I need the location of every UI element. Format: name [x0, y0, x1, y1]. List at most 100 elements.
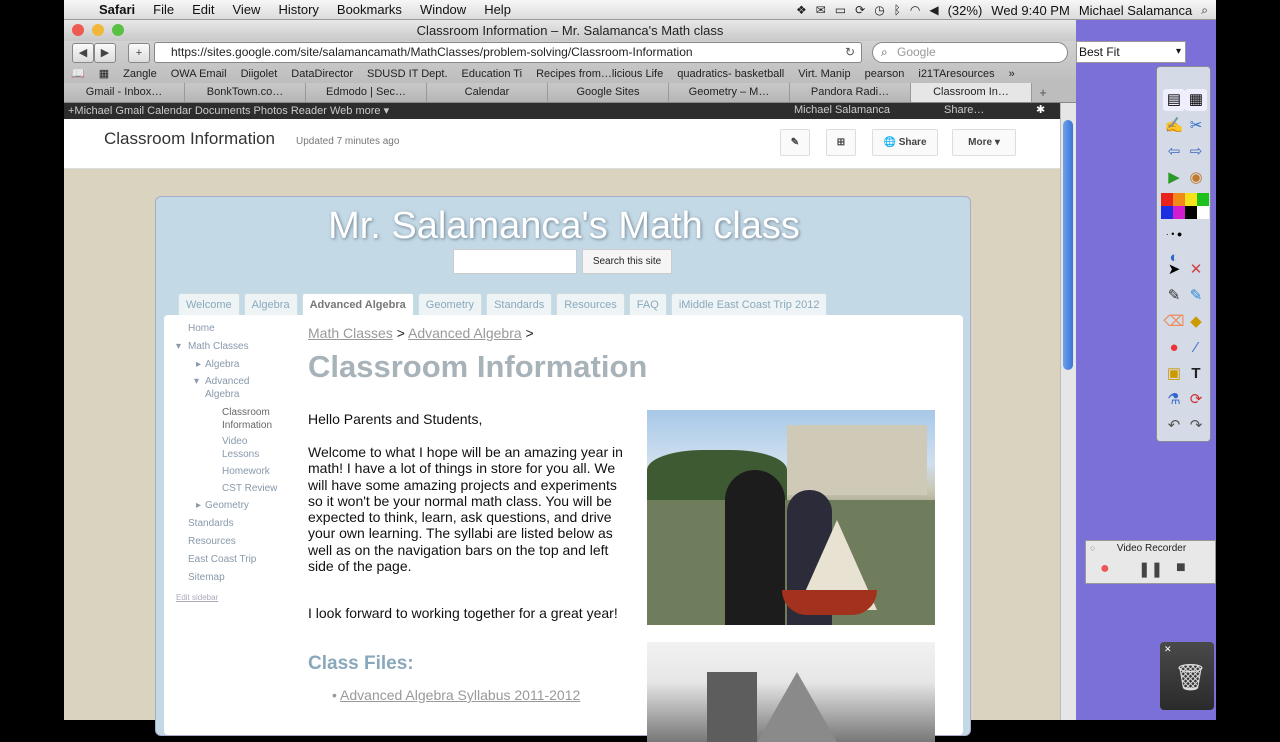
nav-tab-standards[interactable]: Standards	[486, 293, 553, 315]
sidebar-item-east-coast-trip[interactable]: East Coast Trip	[188, 554, 256, 565]
bookmark-item[interactable]: pearson	[858, 68, 912, 80]
sidebar-item-sitemap[interactable]: Sitemap	[188, 572, 225, 583]
edit-sidebar-link[interactable]: Edit sidebar	[176, 593, 218, 602]
close-icon[interactable]: ○	[1090, 543, 1095, 553]
record-button[interactable]: ●	[1100, 560, 1110, 578]
address-bar[interactable]: https://sites.google.com/site/salamancam…	[154, 42, 862, 63]
sidebar-item-resources[interactable]: Resources	[188, 536, 236, 547]
crop-tool-icon[interactable]: ✂	[1185, 115, 1207, 137]
settings-gear-icon[interactable]: ✱	[1036, 103, 1045, 116]
sidebar-item-cst-review[interactable]: CST Review	[222, 483, 277, 494]
sidebar-expand-icon[interactable]: ▾	[194, 376, 199, 387]
sync-icon[interactable]: ⟳	[855, 3, 865, 17]
menu-history[interactable]: History	[269, 2, 327, 17]
highlighter-icon[interactable]: ✎	[1185, 285, 1207, 307]
color-swatch-blue[interactable]	[1161, 206, 1173, 219]
google-bar-share[interactable]: Share…	[944, 104, 984, 116]
breadcrumb-advanced-algebra[interactable]: Advanced Algebra	[408, 325, 522, 341]
trash-icon[interactable]: ✕ 🗑	[1160, 642, 1214, 710]
zoom-select[interactable]: Best Fit ▾	[1076, 41, 1186, 63]
color-swatch-black[interactable]	[1185, 206, 1197, 219]
sidebar-item-advanced-algebra-line2[interactable]: Algebra	[205, 389, 239, 400]
text-tool-icon[interactable]: T	[1185, 363, 1207, 385]
measurement-icon[interactable]: ⚗	[1163, 389, 1185, 411]
nav-tab-east-coast-trip[interactable]: iMiddle East Coast Trip 2012	[670, 293, 828, 315]
line-tool-icon[interactable]: ⁄	[1185, 337, 1207, 359]
bookmark-item[interactable]: i21TAresources	[911, 68, 1001, 80]
menu-app-name[interactable]: Safari	[90, 2, 144, 17]
pen-icon[interactable]: ✎	[1163, 285, 1185, 307]
site-title[interactable]: Mr. Salamanca's Math class	[156, 205, 972, 248]
bookmark-item[interactable]: Diigolet	[234, 68, 285, 80]
sidebar-item-classroom-information[interactable]: Classroom	[222, 407, 270, 418]
line-width-icon[interactable]: · • ●	[1163, 223, 1185, 245]
wifi-icon[interactable]: ◠	[910, 3, 920, 17]
syllabus-link[interactable]: • Advanced Algebra Syllabus 2011-2012	[332, 687, 580, 703]
new-tab-icon[interactable]: +	[1032, 83, 1054, 102]
mail-icon[interactable]: ✉	[816, 3, 826, 17]
play-icon[interactable]: ▶	[1163, 167, 1185, 189]
nav-tab-advanced-algebra[interactable]: Advanced Algebra	[301, 293, 414, 315]
nav-tab-geometry[interactable]: Geometry	[417, 293, 483, 315]
bookmark-item[interactable]: quadratics- basketball	[670, 68, 791, 80]
color-swatch-green[interactable]	[1197, 193, 1209, 206]
back-page-icon[interactable]: ⇦	[1163, 141, 1185, 163]
google-bar-user[interactable]: Michael Salamanca	[794, 104, 890, 116]
refresh-icon[interactable]: ⟳	[1185, 389, 1207, 411]
fill-icon[interactable]: ◆	[1185, 311, 1207, 333]
color-swatch-red[interactable]	[1161, 193, 1173, 206]
zoom-window-button[interactable]	[112, 24, 124, 36]
spotlight-search-icon[interactable]: ⌕	[1201, 3, 1208, 18]
sidebar-item-advanced-algebra[interactable]: Advanced	[205, 376, 249, 387]
sidebar-item-geometry[interactable]: Geometry	[205, 500, 249, 511]
pause-button[interactable]: ❚❚	[1138, 560, 1163, 578]
nav-tab-welcome[interactable]: Welcome	[178, 293, 240, 315]
bookmark-item[interactable]: Recipes from…licious Life	[529, 68, 670, 80]
sidebar-item-homework[interactable]: Homework	[222, 466, 270, 477]
site-search-button[interactable]: Search this site	[582, 249, 672, 274]
sidebar-item-home[interactable]: Home	[188, 323, 215, 334]
select-arrow-icon[interactable]: ➤	[1163, 259, 1185, 281]
sidebar-collapse-icon[interactable]: ▸	[196, 500, 201, 511]
magic-pen-icon[interactable]: ✕	[1185, 259, 1207, 281]
color-swatch-yellow[interactable]	[1185, 193, 1197, 206]
nav-tab-resources[interactable]: Resources	[556, 293, 625, 315]
tab-calendar[interactable]: Calendar	[427, 83, 548, 102]
reading-list-icon[interactable]: 📖	[64, 67, 92, 80]
sidebar-expand-icon[interactable]: ▾	[176, 341, 181, 352]
share-button[interactable]: 🌐 Share	[872, 129, 938, 156]
menu-file[interactable]: File	[144, 2, 183, 17]
undo-icon[interactable]: ↶	[1163, 415, 1185, 437]
color-swatch-white[interactable]	[1197, 206, 1209, 219]
forward-button[interactable]: ▶	[94, 43, 116, 63]
nav-tab-faq[interactable]: FAQ	[628, 293, 667, 315]
tab-pandora[interactable]: Pandora Radi…	[790, 83, 911, 102]
syllabus-link-text[interactable]: Advanced Algebra Syllabus 2011-2012	[340, 687, 580, 703]
sidebar-item-standards[interactable]: Standards	[188, 518, 234, 529]
battery-indicator[interactable]: (32%)	[948, 3, 983, 18]
menu-window[interactable]: Window	[411, 2, 475, 17]
sidebar-item-video-lessons-line2[interactable]: Lessons	[222, 449, 259, 460]
sidebar-item-video-lessons[interactable]: Video	[222, 436, 247, 447]
bookmarks-overflow-icon[interactable]: »	[1002, 68, 1022, 80]
tab-geometry[interactable]: Geometry – M…	[669, 83, 790, 102]
back-button[interactable]: ◀	[72, 43, 94, 63]
bluetooth-icon[interactable]: ᛒ	[894, 3, 901, 17]
close-icon[interactable]: ✕	[1164, 644, 1172, 655]
time-machine-icon[interactable]: ◷	[874, 3, 884, 17]
bookmark-item[interactable]: SDUSD IT Dept.	[360, 68, 455, 80]
add-bookmark-button[interactable]: +	[128, 43, 150, 63]
bookmark-item[interactable]: Zangle	[116, 68, 164, 80]
tab-bonktown[interactable]: BonkTown.co…	[185, 83, 306, 102]
menu-bookmarks[interactable]: Bookmarks	[328, 2, 411, 17]
dropbox-icon[interactable]: ❖	[796, 3, 807, 17]
sidebar-item-classroom-information-line2[interactable]: Information	[222, 420, 272, 431]
sidebar-collapse-icon[interactable]: ▸	[196, 359, 201, 370]
bookmark-item[interactable]: OWA Email	[164, 68, 234, 80]
sidebar-item-math-classes[interactable]: Math Classes	[188, 341, 249, 352]
sidebar-item-algebra[interactable]: Algebra	[205, 359, 239, 370]
scrollbar-thumb[interactable]	[1063, 120, 1073, 370]
menubar-clock[interactable]: Wed 9:40 PM	[991, 3, 1070, 18]
color-swatch-orange[interactable]	[1173, 193, 1185, 206]
pen-tool-icon[interactable]: ✍	[1163, 115, 1185, 137]
